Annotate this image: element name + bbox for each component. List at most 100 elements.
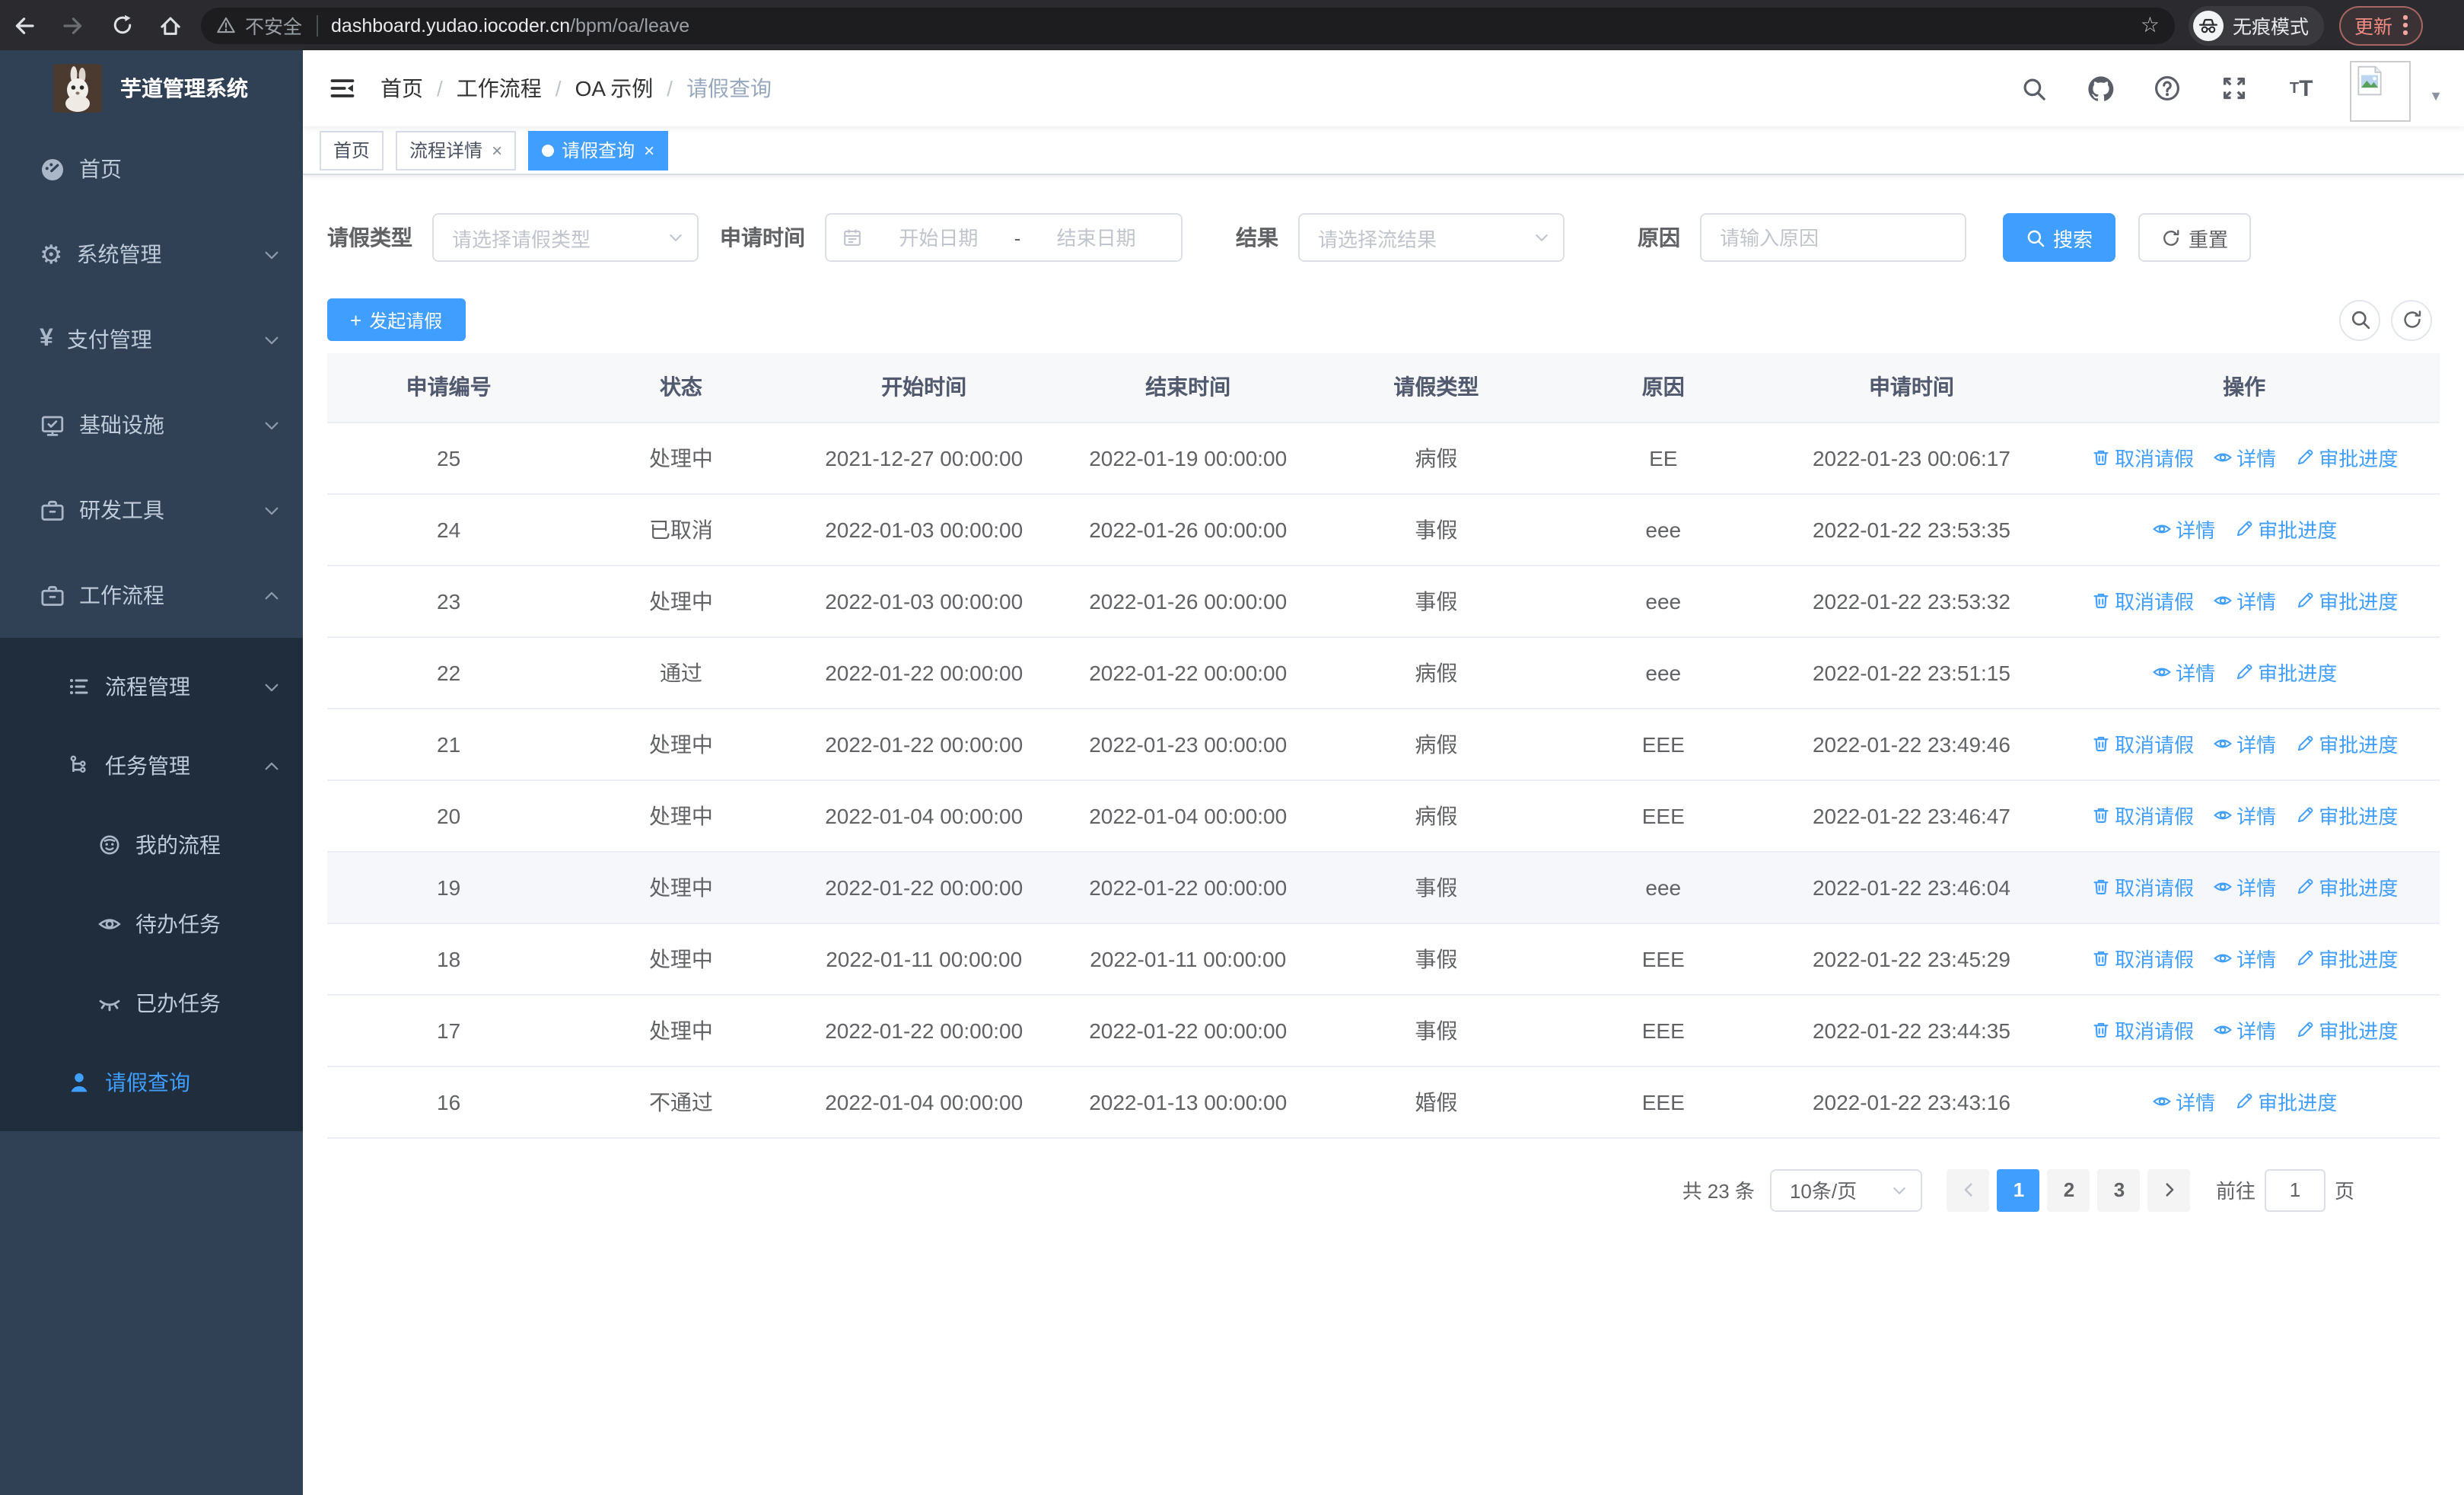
cancel-leave-link[interactable]: 取消请假 — [2090, 443, 2194, 472]
goto-page-input[interactable] — [2264, 1168, 2326, 1211]
bookmark-star-icon[interactable]: ☆ — [2141, 12, 2160, 38]
detail-link[interactable]: 详情 — [2151, 515, 2215, 543]
sidebar-item-done-tasks[interactable]: 已办任务 — [0, 964, 303, 1043]
browser-forward-button[interactable] — [49, 5, 97, 45]
cell-start: 2022-01-03 00:00:00 — [791, 493, 1056, 566]
start-date-input[interactable] — [869, 226, 1008, 249]
sidebar-item-payment[interactable]: ¥ 支付管理 — [0, 297, 303, 382]
sidebar-item-system[interactable]: ⚙ 系统管理 — [0, 212, 303, 297]
detail-link[interactable]: 详情 — [2212, 1015, 2276, 1044]
cancel-leave-link[interactable]: 取消请假 — [2090, 729, 2194, 758]
detail-link[interactable]: 详情 — [2151, 1087, 2215, 1116]
cell-type: 事假 — [1320, 851, 1553, 923]
reason-input[interactable] — [1700, 213, 1966, 262]
end-date-input[interactable] — [1027, 226, 1166, 249]
tags-view-bar: 首页 流程详情 × 请假查询 × — [303, 126, 2464, 175]
cancel-leave-link[interactable]: 取消请假 — [2090, 801, 2194, 830]
browser-back-button[interactable] — [0, 5, 49, 45]
sidebar-item-devtools[interactable]: 研发工具 — [0, 467, 303, 553]
address-bar[interactable]: 不安全 dashboard.yudao.iocoder.cn/bpm/oa/le… — [201, 7, 2175, 43]
sidebar-item-process-mgmt[interactable]: 流程管理 — [0, 647, 303, 726]
avatar-caret-icon[interactable]: ▼ — [2429, 88, 2443, 104]
github-link[interactable] — [2082, 70, 2119, 107]
browser-menu-icon[interactable] — [2403, 15, 2408, 35]
refresh-table-button[interactable] — [2391, 299, 2432, 340]
browser-update-button[interactable]: 更新 — [2339, 5, 2423, 45]
next-page-button[interactable] — [2147, 1168, 2191, 1211]
sidebar-item-infra[interactable]: 基础设施 — [0, 382, 303, 467]
sidebar: 芋道管理系统 首页 ⚙ 系统管理 ¥ 支付管理 基础设施 研发工具 工作流程 流… — [0, 50, 303, 1495]
header-search-button[interactable] — [2015, 70, 2052, 107]
approval-progress-link[interactable]: 审批进度 — [2294, 944, 2398, 973]
sidebar-toggle-button[interactable] — [329, 75, 356, 102]
page-button-3[interactable]: 3 — [2097, 1168, 2141, 1211]
cell-start: 2022-01-04 00:00:00 — [791, 779, 1056, 852]
page-size-select[interactable]: 10条/页 — [1769, 1168, 1922, 1211]
fullscreen-button[interactable] — [2216, 70, 2252, 107]
approval-progress-link[interactable]: 审批进度 — [2233, 1087, 2337, 1116]
action-label: 审批进度 — [2319, 734, 2399, 757]
detail-link[interactable]: 详情 — [2212, 586, 2276, 615]
cell-reason: eee — [1552, 851, 1775, 923]
sidebar-item-label: 支付管理 — [66, 327, 152, 352]
breadcrumb-item[interactable]: 首页 — [380, 73, 423, 104]
breadcrumb-item[interactable]: 工作流程 — [457, 73, 542, 104]
tab-home[interactable]: 首页 — [320, 130, 384, 170]
detail-link[interactable]: 详情 — [2212, 944, 2276, 973]
cell-reason: EE — [1552, 422, 1775, 494]
col-header-applied: 申请时间 — [1774, 353, 2049, 422]
cell-actions: 详情 审批进度 — [2049, 1066, 2440, 1138]
sidebar-item-todo-tasks[interactable]: 待办任务 — [0, 885, 303, 964]
delete-icon — [2090, 877, 2110, 897]
approval-progress-link[interactable]: 审批进度 — [2233, 658, 2337, 687]
approval-progress-link[interactable]: 审批进度 — [2233, 515, 2337, 543]
leave-type-select[interactable]: 请选择请假类型 — [432, 213, 699, 262]
help-button[interactable] — [2149, 70, 2185, 107]
cancel-leave-link[interactable]: 取消请假 — [2090, 944, 2194, 973]
sidebar-item-task-mgmt[interactable]: 任务管理 — [0, 726, 303, 805]
tab-process-detail[interactable]: 流程详情 × — [396, 130, 517, 170]
cell-reason: EEE — [1552, 1066, 1775, 1138]
page-button-2[interactable]: 2 — [2047, 1168, 2090, 1211]
close-icon[interactable]: × — [644, 139, 654, 161]
prev-page-button[interactable] — [1947, 1168, 1990, 1211]
page-button-1[interactable]: 1 — [1997, 1168, 2040, 1211]
tab-leave-query[interactable]: 请假查询 × — [528, 130, 669, 170]
cancel-leave-link[interactable]: 取消请假 — [2090, 872, 2194, 901]
detail-link[interactable]: 详情 — [2212, 872, 2276, 901]
create-leave-button[interactable]: + 发起请假 — [327, 298, 466, 341]
browser-home-button[interactable] — [146, 5, 195, 45]
approval-progress-link[interactable]: 审批进度 — [2294, 1015, 2398, 1044]
cancel-leave-link[interactable]: 取消请假 — [2090, 586, 2194, 615]
cell-start: 2022-01-11 00:00:00 — [791, 923, 1056, 995]
browser-reload-button[interactable] — [97, 5, 146, 45]
detail-link[interactable]: 详情 — [2212, 801, 2276, 830]
search-button[interactable]: 搜索 — [2003, 213, 2116, 262]
reset-button[interactable]: 重置 — [2138, 213, 2252, 262]
user-avatar[interactable] — [2350, 61, 2411, 122]
sidebar-item-leave-query[interactable]: 请假查询 — [0, 1043, 303, 1122]
result-select[interactable]: 请选择流结果 — [1298, 213, 1565, 262]
approval-progress-link[interactable]: 审批进度 — [2294, 729, 2398, 758]
cell-start: 2022-01-22 00:00:00 — [791, 994, 1056, 1066]
approval-progress-link[interactable]: 审批进度 — [2294, 443, 2398, 472]
cancel-leave-link[interactable]: 取消请假 — [2090, 1015, 2194, 1044]
cell-actions: 取消请假 详情 审批进度 — [2049, 923, 2440, 995]
font-size-button[interactable]: TT — [2283, 70, 2319, 107]
yen-icon: ¥ — [40, 326, 53, 352]
sidebar-item-home[interactable]: 首页 — [0, 126, 303, 212]
sidebar-item-workflow[interactable]: 工作流程 — [0, 553, 303, 638]
sidebar-item-label: 流程管理 — [105, 674, 190, 699]
detail-link[interactable]: 详情 — [2151, 658, 2215, 687]
toggle-search-button[interactable] — [2339, 299, 2380, 340]
apply-time-range-picker[interactable]: - — [825, 213, 1183, 262]
approval-progress-link[interactable]: 审批进度 — [2294, 586, 2398, 615]
close-icon[interactable]: × — [492, 139, 502, 161]
detail-link[interactable]: 详情 — [2212, 443, 2276, 472]
approval-progress-link[interactable]: 审批进度 — [2294, 872, 2398, 901]
sidebar-item-my-process[interactable]: 我的流程 — [0, 805, 303, 885]
detail-link[interactable]: 详情 — [2212, 729, 2276, 758]
breadcrumb-item[interactable]: OA 示例 — [575, 73, 654, 104]
approval-progress-link[interactable]: 审批进度 — [2294, 801, 2398, 830]
cell-actions: 取消请假 详情 审批进度 — [2049, 994, 2440, 1066]
